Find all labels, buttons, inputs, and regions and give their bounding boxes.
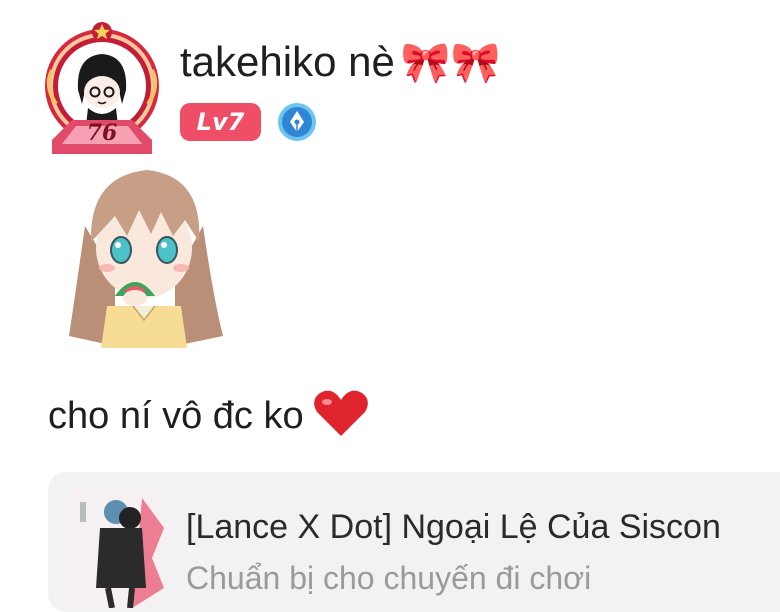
message-body: cho ní vô đc ko	[48, 395, 304, 437]
story-title: [Lance X Dot] Ngoại Lệ Của Siscon	[186, 508, 721, 546]
username[interactable]: takehiko nè 🎀🎀	[180, 38, 500, 86]
story-cover-thumbnail	[72, 488, 164, 608]
bow-emoji: 🎀🎀	[400, 41, 501, 85]
avatar-frame-number: 76	[86, 120, 118, 146]
story-link-card[interactable]: [Lance X Dot] Ngoại Lệ Của Siscon Chuẩn …	[48, 472, 780, 612]
level-label: Lv7	[196, 108, 245, 136]
pen-nib-icon[interactable]	[277, 102, 317, 142]
heart-icon	[312, 388, 370, 448]
level-badge: Lv7	[180, 103, 261, 141]
message-text: cho ní vô đc ko	[48, 388, 370, 448]
username-text: takehiko nè	[180, 38, 395, 85]
story-subtitle: Chuẩn bị cho chuyến đi chơi	[186, 560, 592, 596]
user-avatar[interactable]: 76	[38, 20, 166, 156]
anime-girl-sticker[interactable]	[55, 156, 233, 348]
